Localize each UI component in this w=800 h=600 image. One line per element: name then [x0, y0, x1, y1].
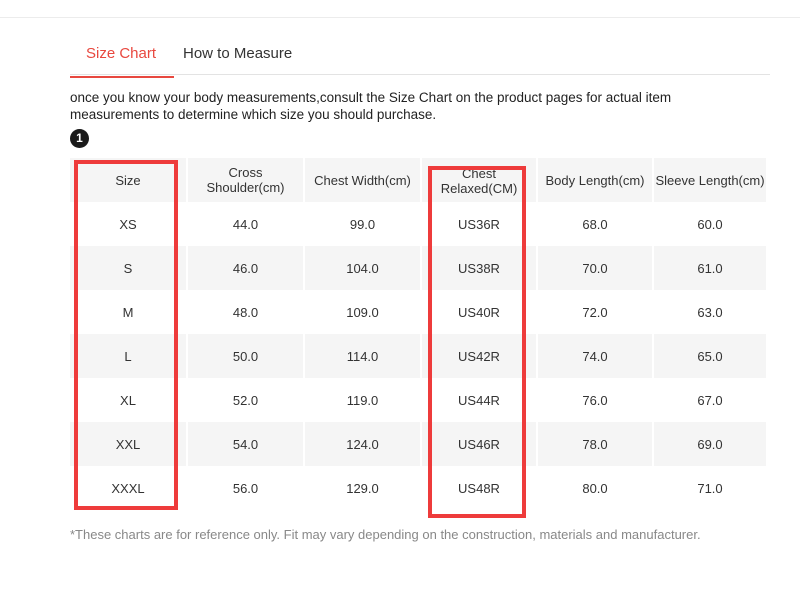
size-chart-table: Size Cross Shoulder(cm) Chest Width(cm) … — [70, 158, 768, 510]
footnote: *These charts are for reference only. Fi… — [70, 527, 701, 542]
cell-body-length: 74.0 — [538, 334, 654, 378]
cell-chest-relaxed: US36R — [422, 202, 538, 246]
cell-body-length: 68.0 — [538, 202, 654, 246]
cell-cross-shoulder: 50.0 — [188, 334, 305, 378]
cell-sleeve-length: 69.0 — [654, 422, 768, 466]
cell-size: XL — [70, 378, 188, 422]
cell-chest-width: 109.0 — [305, 290, 422, 334]
intro-text: once you know your body measurements,con… — [70, 90, 672, 122]
table-row: XS 44.0 99.0 US36R 68.0 60.0 — [70, 202, 768, 246]
cell-chest-relaxed: US38R — [422, 246, 538, 290]
top-divider — [0, 17, 800, 18]
cell-chest-relaxed: US48R — [422, 466, 538, 510]
cell-body-length: 80.0 — [538, 466, 654, 510]
header-size: Size — [70, 158, 188, 202]
cell-chest-relaxed: US44R — [422, 378, 538, 422]
cell-cross-shoulder: 46.0 — [188, 246, 305, 290]
cell-chest-relaxed: US40R — [422, 290, 538, 334]
cell-sleeve-length: 61.0 — [654, 246, 768, 290]
step-number-badge: 1 — [70, 129, 89, 148]
header-body-length: Body Length(cm) — [538, 158, 654, 202]
header-cross-shoulder: Cross Shoulder(cm) — [188, 158, 305, 202]
header-chest-width: Chest Width(cm) — [305, 158, 422, 202]
cell-size: M — [70, 290, 188, 334]
header-chest-relaxed: Chest Relaxed(CM) — [422, 158, 538, 202]
table-row: XXXL 56.0 129.0 US48R 80.0 71.0 — [70, 466, 768, 510]
cell-body-length: 72.0 — [538, 290, 654, 334]
cell-sleeve-length: 63.0 — [654, 290, 768, 334]
cell-sleeve-length: 65.0 — [654, 334, 768, 378]
cell-sleeve-length: 71.0 — [654, 466, 768, 510]
cell-body-length: 78.0 — [538, 422, 654, 466]
cell-chest-width: 99.0 — [305, 202, 422, 246]
cell-size: L — [70, 334, 188, 378]
cell-body-length: 76.0 — [538, 378, 654, 422]
cell-chest-width: 114.0 — [305, 334, 422, 378]
table-row: M 48.0 109.0 US40R 72.0 63.0 — [70, 290, 768, 334]
cell-chest-width: 129.0 — [305, 466, 422, 510]
tab-how-to-measure[interactable]: How to Measure — [183, 45, 292, 76]
table-row: L 50.0 114.0 US42R 74.0 65.0 — [70, 334, 768, 378]
cell-chest-width: 104.0 — [305, 246, 422, 290]
table-header-row: Size Cross Shoulder(cm) Chest Width(cm) … — [70, 158, 768, 202]
cell-body-length: 70.0 — [538, 246, 654, 290]
table-row: S 46.0 104.0 US38R 70.0 61.0 — [70, 246, 768, 290]
cell-size: XXXL — [70, 466, 188, 510]
table-row: XL 52.0 119.0 US44R 76.0 67.0 — [70, 378, 768, 422]
cell-chest-width: 119.0 — [305, 378, 422, 422]
cell-sleeve-length: 60.0 — [654, 202, 768, 246]
cell-chest-relaxed: US46R — [422, 422, 538, 466]
cell-chest-width: 124.0 — [305, 422, 422, 466]
cell-cross-shoulder: 54.0 — [188, 422, 305, 466]
cell-size: XXL — [70, 422, 188, 466]
cell-cross-shoulder: 52.0 — [188, 378, 305, 422]
cell-chest-relaxed: US42R — [422, 334, 538, 378]
table-row: XXL 54.0 124.0 US46R 78.0 69.0 — [70, 422, 768, 466]
cell-size: XS — [70, 202, 188, 246]
tab-bar: Size Chart How to Measure — [70, 36, 770, 78]
cell-sleeve-length: 67.0 — [654, 378, 768, 422]
tab-size-chart[interactable]: Size Chart — [70, 45, 175, 78]
cell-size: S — [70, 246, 188, 290]
cell-cross-shoulder: 48.0 — [188, 290, 305, 334]
cell-cross-shoulder: 56.0 — [188, 466, 305, 510]
cell-cross-shoulder: 44.0 — [188, 202, 305, 246]
header-chest-relaxed-label: Chest Relaxed(CM) — [440, 166, 518, 196]
header-sleeve-length: Sleeve Length(cm) — [654, 158, 768, 202]
